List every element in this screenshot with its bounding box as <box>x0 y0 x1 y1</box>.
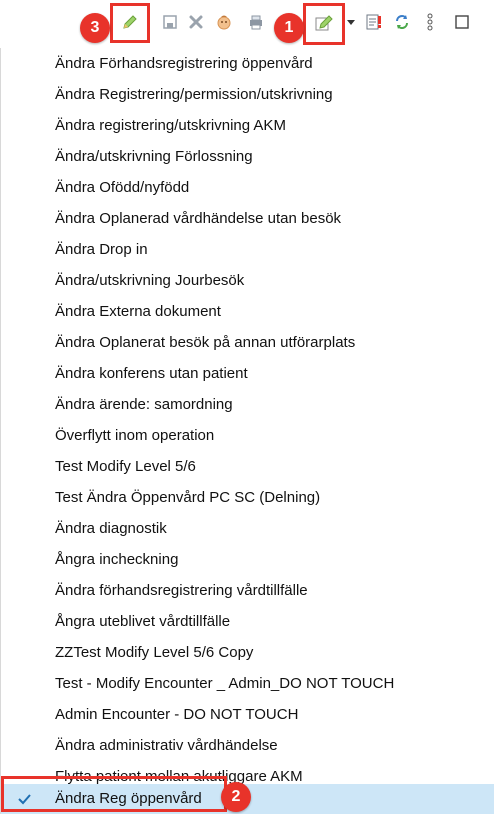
menu-item-label: Ändra konferens utan patient <box>55 365 248 382</box>
menu-item[interactable]: Ändra Registrering/permission/utskrivnin… <box>1 79 494 111</box>
sync-icon[interactable] <box>392 12 412 32</box>
menu-item-label: Överflytt inom operation <box>55 427 215 444</box>
menu-item[interactable]: Admin Encounter - DO NOT TOUCH <box>1 699 494 731</box>
menu-item[interactable]: Test Modify Level 5/6 <box>1 451 494 483</box>
menu-item[interactable]: Ändra ärende: samordning <box>1 389 494 421</box>
menu-item[interactable]: Ändra registrering/utskrivning AKM <box>1 110 494 142</box>
menu-item-label: Ändra Förhandsregistrering öppenvård <box>55 55 313 72</box>
menu-item[interactable]: Ändra Oplanerat besök på annan utförarpl… <box>1 327 494 359</box>
menu-item[interactable]: Ångra uteblivet vårdtillfälle <box>1 606 494 638</box>
menu-item-label: Test Ändra Öppenvård PC SC (Delning) <box>55 489 321 506</box>
dropdown-menu: Ändra Förhandsregistrering öppenvård Änd… <box>0 48 494 814</box>
menu-item[interactable]: Ändra Externa dokument <box>1 296 494 328</box>
menu-item-label: Ändra Ofödd/nyfödd <box>55 179 190 196</box>
pencil-edit-icon[interactable] <box>314 12 334 32</box>
menu-item-label: Ångra uteblivet vårdtillfälle <box>55 613 231 630</box>
menu-item[interactable]: Ändra Ofödd/nyfödd <box>1 172 494 204</box>
menu-item-label: Ändra administrativ vårdhändelse <box>55 737 278 754</box>
menu-item[interactable]: Ändra diagnostik <box>1 513 494 545</box>
window-icon[interactable] <box>452 12 472 32</box>
menu-item[interactable]: Ångra incheckning <box>1 544 494 576</box>
highlight-box-2 <box>1 776 227 812</box>
menu-item-label: Ändra Registrering/permission/utskrivnin… <box>55 86 333 103</box>
pencil-green-icon[interactable] <box>120 12 140 32</box>
menu-item-label: Ändra Externa dokument <box>55 303 221 320</box>
menu-item-label: Admin Encounter - DO NOT TOUCH <box>55 706 299 723</box>
print-icon[interactable] <box>246 12 266 32</box>
menu-item[interactable]: Ändra/utskrivning Jourbesök <box>1 265 494 297</box>
menu-item-label: Ändra Drop in <box>55 241 148 258</box>
menu-item[interactable]: Ändra förhandsregistrering vårdtillfälle <box>1 575 494 607</box>
menu-item[interactable]: Överflytt inom operation <box>1 420 494 452</box>
callout-1: 1 <box>274 13 304 43</box>
patient-face-icon[interactable] <box>214 12 234 32</box>
menu-item[interactable]: Ändra Drop in <box>1 234 494 266</box>
menu-item-label: Ändra/utskrivning Förlossning <box>55 148 253 165</box>
delete-x-icon[interactable] <box>186 12 206 32</box>
menu-item-label: Ändra Oplanerad vårdhändelse utan besök <box>55 210 342 227</box>
callout-2: 2 <box>221 782 251 812</box>
menu-item-label: Ändra förhandsregistrering vårdtillfälle <box>55 582 308 599</box>
dropdown-arrow-icon[interactable] <box>346 12 356 32</box>
menu-item-label: Test Modify Level 5/6 <box>55 458 196 475</box>
menu-item[interactable]: Test - Modify Encounter _ Admin_DO NOT T… <box>1 668 494 700</box>
menu-item[interactable]: Test Ändra Öppenvård PC SC (Delning) <box>1 482 494 514</box>
menu-item-label: Test - Modify Encounter _ Admin_DO NOT T… <box>55 675 395 692</box>
more-vertical-icon[interactable] <box>420 12 440 32</box>
save-icon[interactable] <box>160 12 180 32</box>
menu-item[interactable]: Ändra/utskrivning Förlossning <box>1 141 494 173</box>
menu-item-label: Ändra ärende: samordning <box>55 396 233 413</box>
menu-item-label: Ändra Oplanerat besök på annan utförarpl… <box>55 334 356 351</box>
menu-item[interactable]: ZZTest Modify Level 5/6 Copy <box>1 637 494 669</box>
menu-item-label: ZZTest Modify Level 5/6 Copy <box>55 644 254 661</box>
menu-item[interactable]: Ändra Oplanerad vårdhändelse utan besök <box>1 203 494 235</box>
menu-item[interactable]: Ändra administrativ vårdhändelse <box>1 730 494 762</box>
menu-item-label: Ångra incheckning <box>55 551 179 568</box>
menu-item-label: Ändra/utskrivning Jourbesök <box>55 272 245 289</box>
menu-item[interactable]: Ändra konferens utan patient <box>1 358 494 390</box>
menu-item-label: Ändra diagnostik <box>55 520 167 537</box>
menu-item-label: Ändra registrering/utskrivning AKM <box>55 117 286 134</box>
callout-3: 3 <box>80 13 110 43</box>
document-warning-icon[interactable] <box>364 12 384 32</box>
menu-item[interactable]: Ändra Förhandsregistrering öppenvård <box>1 48 494 80</box>
toolbar: 3 1 <box>0 0 494 48</box>
